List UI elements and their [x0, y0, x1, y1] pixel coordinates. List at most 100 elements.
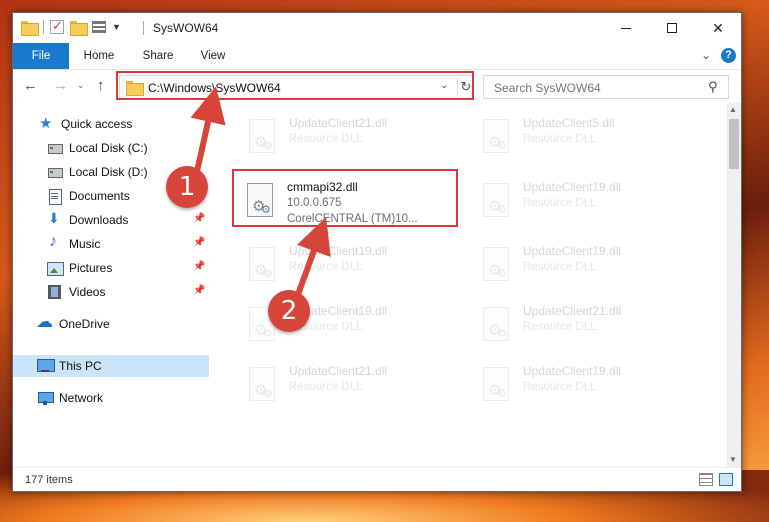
sidebar-item-label: Network — [59, 391, 104, 405]
star-icon — [39, 114, 55, 132]
search-icon[interactable]: ⚲ — [708, 79, 718, 95]
tab-home[interactable]: Home — [75, 43, 123, 69]
properties-icon[interactable] — [92, 21, 106, 33]
file-item[interactable]: ⚙ ⚙ UpdateClient21.dll Resource DLL — [473, 299, 693, 355]
forward-arrow-icon[interactable]: → — [53, 77, 68, 94]
file-type: Resource DLL — [523, 321, 597, 333]
quick-access-toolbar: ▼ — [21, 18, 121, 36]
navigation-pane: Quick access Local Disk (C:) Local Disk … — [13, 103, 209, 467]
file-type: Resource DLL — [523, 133, 597, 145]
sidebar-item-downloads[interactable]: Downloads 📌 — [13, 209, 209, 231]
close-icon: ✕ — [712, 19, 724, 36]
sidebar-item-pictures[interactable]: Pictures 📌 — [13, 257, 209, 279]
help-icon[interactable]: ? — [721, 48, 736, 63]
sidebar-item-label: Videos — [69, 285, 106, 299]
scrollbar-thumb[interactable] — [729, 119, 739, 169]
file-name: UpdateClient19.dll — [523, 244, 622, 258]
file-type: Resource DLL — [523, 261, 597, 273]
sidebar-item-quick-access[interactable]: Quick access — [13, 113, 209, 135]
videos-icon — [47, 285, 63, 299]
disk-icon — [47, 165, 63, 179]
tab-share[interactable]: Share — [133, 43, 183, 69]
pin-icon[interactable]: 📌 — [193, 237, 205, 248]
ribbon-tabs: File Home Share View ⌄ ? — [13, 43, 741, 69]
maximize-button[interactable] — [649, 13, 695, 43]
new-folder-icon[interactable] — [70, 20, 88, 36]
network-icon — [37, 391, 54, 405]
file-type: Resource DLL — [289, 261, 363, 273]
search-input[interactable]: Search SysWOW64 — [494, 81, 601, 95]
sidebar-item-label: This PC — [59, 359, 102, 373]
file-item[interactable]: ⚙ ⚙ UpdateClient21.dll Resource DLL — [239, 111, 459, 167]
file-name: UpdateClient19.dll — [289, 244, 388, 258]
sidebar-item-label: OneDrive — [59, 317, 110, 331]
scroll-down-icon[interactable]: ▼ — [729, 455, 737, 464]
item-count: 177 items — [25, 474, 73, 486]
file-name: UpdateClient21.dll — [289, 116, 388, 130]
dll-file-icon: ⚙ ⚙ — [481, 307, 513, 345]
sidebar-item-label: Music — [69, 237, 101, 251]
customize-toolbar-icon[interactable]: ▼ — [112, 22, 121, 32]
pin-icon[interactable]: 📌 — [193, 213, 205, 224]
cloud-icon — [36, 312, 53, 332]
expand-ribbon-chevron-icon[interactable]: ⌄ — [701, 48, 711, 62]
dll-file-icon: ⚙ ⚙ — [481, 183, 513, 221]
documents-icon — [47, 189, 63, 205]
step-1-badge: 1 — [166, 166, 208, 208]
sidebar-item-label: Local Disk (D:) — [69, 165, 148, 179]
tab-view[interactable]: View — [191, 43, 235, 69]
sidebar-item-this-pc[interactable]: This PC — [13, 355, 209, 377]
dll-file-icon: ⚙ ⚙ — [481, 247, 513, 285]
details-view-icon[interactable] — [699, 473, 713, 486]
file-item[interactable]: ⚙ ⚙ UpdateClient19.dll Resource DLL — [473, 239, 693, 295]
toolbar-separator — [43, 20, 44, 34]
sidebar-item-local-disk-c[interactable]: Local Disk (C:) — [13, 137, 209, 159]
up-arrow-icon[interactable]: ↑ — [97, 77, 105, 94]
file-type: Resource DLL — [523, 381, 597, 393]
minimize-button[interactable] — [603, 13, 649, 43]
file-item[interactable]: ⚙ ⚙ UpdateClient5.dll Resource DLL — [473, 111, 693, 167]
music-icon — [47, 233, 63, 251]
vertical-scrollbar[interactable]: ▲ ▼ — [727, 103, 741, 467]
file-name: UpdateClient19.dll — [523, 180, 622, 194]
sidebar-item-music[interactable]: Music 📌 — [13, 233, 209, 255]
sidebar-item-label: Quick access — [61, 117, 133, 131]
sidebar-item-videos[interactable]: Videos 📌 — [13, 281, 209, 303]
tab-file[interactable]: File — [13, 43, 69, 69]
file-type: Resource DLL — [523, 197, 597, 209]
large-icons-view-icon[interactable] — [719, 473, 733, 486]
sidebar-item-network[interactable]: Network — [13, 387, 209, 409]
file-item[interactable]: ⚙ ⚙ UpdateClient19.dll Resource DLL — [473, 359, 693, 415]
dll-file-icon: ⚙ ⚙ — [481, 119, 513, 157]
dll-file-icon: ⚙ ⚙ — [247, 367, 279, 405]
sidebar-item-label: Downloads — [69, 213, 129, 227]
file-item[interactable]: ⚙ ⚙ UpdateClient19.dll Resource DLL — [239, 239, 459, 295]
pin-icon[interactable]: 📌 — [193, 261, 205, 272]
file-name: UpdateClient5.dll — [523, 116, 615, 130]
maximize-icon — [667, 23, 677, 33]
sidebar-item-onedrive[interactable]: OneDrive — [13, 312, 209, 335]
step-2-badge: 2 — [268, 290, 310, 332]
file-item[interactable]: ⚙ ⚙ UpdateClient19.dll Resource DLL — [473, 175, 693, 231]
title-separator — [143, 21, 144, 35]
status-bar: 177 items — [13, 467, 741, 491]
properties-check-icon[interactable] — [50, 18, 64, 34]
address-bar-highlight — [116, 71, 474, 100]
file-name: UpdateClient19.dll — [523, 364, 622, 378]
sidebar-item-label: Pictures — [69, 261, 113, 275]
window-title: SysWOW64 — [153, 21, 219, 35]
disk-icon — [47, 141, 63, 155]
title-bar: ▼ SysWOW64 ✕ — [13, 13, 741, 43]
minimize-icon — [621, 27, 631, 29]
computer-icon — [37, 359, 55, 373]
recent-locations-chevron-icon[interactable]: ⌄ — [77, 80, 85, 91]
file-type: Resource DLL — [289, 133, 363, 145]
download-icon — [47, 210, 63, 227]
close-button[interactable]: ✕ — [695, 13, 741, 43]
file-item[interactable]: ⚙ ⚙ UpdateClient21.dll Resource DLL — [239, 359, 459, 415]
pin-icon[interactable]: 📌 — [193, 285, 205, 296]
file-highlight — [232, 169, 458, 227]
search-box[interactable]: Search SysWOW64 ⚲ — [483, 75, 729, 99]
scroll-up-icon[interactable]: ▲ — [729, 105, 737, 114]
back-arrow-icon[interactable]: ← — [23, 77, 38, 94]
